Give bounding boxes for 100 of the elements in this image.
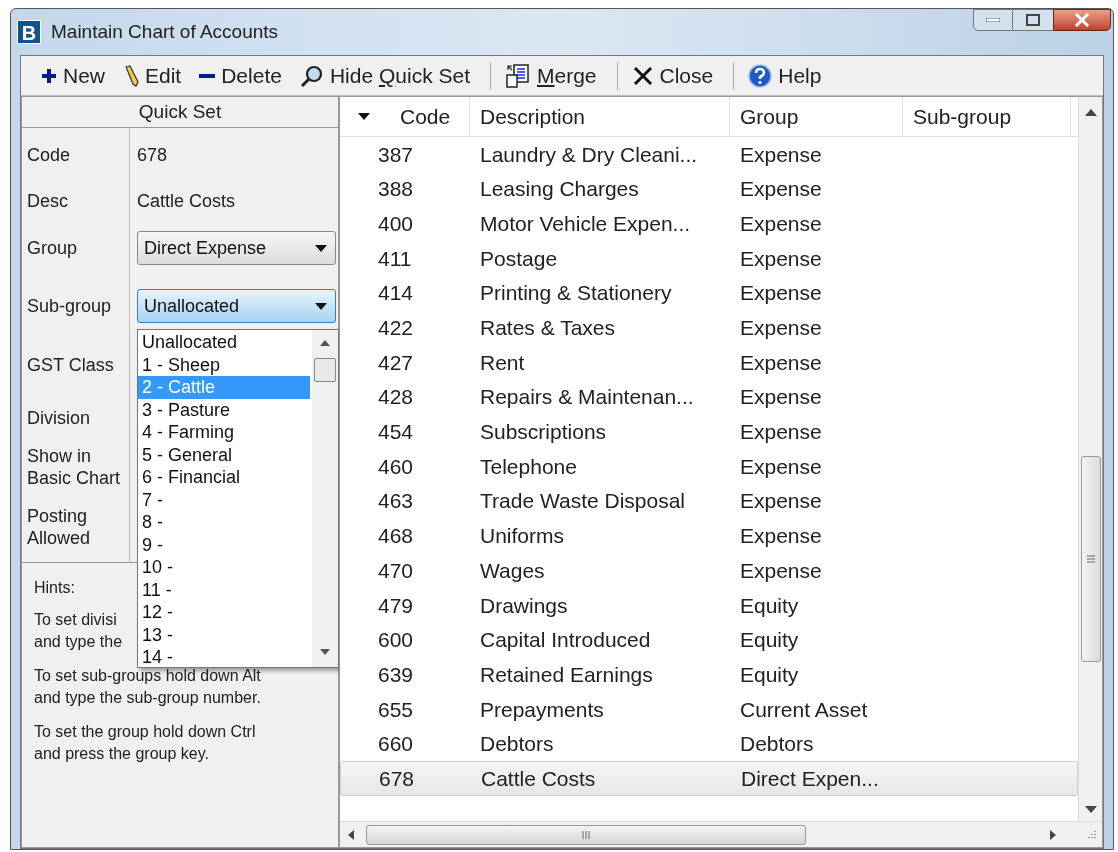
- account-row[interactable]: 427 Rent Expense: [340, 345, 1078, 380]
- account-row[interactable]: 479 Drawings Equity: [340, 587, 1078, 623]
- account-row[interactable]: 463 Trade Waste Disposal Expense: [340, 483, 1078, 519]
- minimize-icon: [986, 18, 1000, 22]
- dropdown-option[interactable]: 9 -: [138, 533, 310, 556]
- dropdown-option[interactable]: 5 - General: [138, 443, 310, 466]
- maximize-button[interactable]: [1013, 9, 1053, 31]
- dropdown-option[interactable]: 3 - Pasture: [138, 398, 310, 421]
- account-row[interactable]: 422 Rates & Taxes Expense: [340, 310, 1078, 346]
- account-row[interactable]: 411 Postage Expense: [340, 241, 1078, 276]
- table-cell: 470: [378, 558, 414, 582]
- table-cell: Expense: [740, 454, 822, 478]
- account-row[interactable]: 387 Laundry & Dry Cleani... Expense: [340, 137, 1078, 172]
- edit-button[interactable]: Edit: [117, 58, 188, 93]
- help-button[interactable]: Help: [742, 58, 828, 93]
- field-label: Posting Allowed: [27, 505, 92, 549]
- table-cell: Retained Earnings: [480, 662, 653, 686]
- new-button[interactable]: New: [35, 58, 111, 93]
- dropdown-option[interactable]: 6 - Financial: [138, 466, 310, 489]
- dropdown-field[interactable]: Direct Expense: [137, 231, 336, 265]
- app-logo-icon: B: [17, 20, 41, 44]
- table-cell: 388: [378, 177, 414, 201]
- scroll-left-icon[interactable]: [348, 829, 354, 840]
- hint-text: To set divisi and type the: [34, 610, 123, 652]
- scroll-right-icon[interactable]: [1050, 829, 1056, 840]
- table-cell: 454: [378, 420, 414, 444]
- scroll-down-icon[interactable]: [1084, 806, 1097, 813]
- dropdown-option[interactable]: 7 -: [138, 488, 310, 511]
- dropdown-option[interactable]: 1 - Sheep: [138, 353, 310, 376]
- table-cell: 655: [378, 697, 414, 721]
- scroll-up-icon: [320, 340, 330, 346]
- account-row[interactable]: 468 Uniforms Expense: [340, 518, 1078, 554]
- account-row[interactable]: 454 Subscriptions Expense: [340, 414, 1078, 450]
- dropdown-option[interactable]: 14 -: [138, 646, 310, 669]
- column-header[interactable]: Group: [730, 97, 903, 136]
- account-row[interactable]: 660 Debtors Debtors: [340, 726, 1078, 762]
- table-cell: Wages: [480, 558, 545, 582]
- delete-button[interactable]: Delete: [193, 58, 288, 93]
- scroll-thumb[interactable]: [314, 358, 336, 382]
- table-cell: Trade Waste Disposal: [480, 489, 686, 513]
- dropdown-option[interactable]: 10 -: [138, 556, 310, 579]
- table-cell: Equity: [740, 662, 799, 686]
- table-cell: Expense: [740, 385, 822, 409]
- table-cell: Capital Introduced: [480, 628, 651, 652]
- dropdown-option[interactable]: Unallocated: [138, 331, 310, 354]
- restore-icon: [1026, 14, 1040, 26]
- table-cell: Equity: [740, 628, 799, 652]
- dropdown-field[interactable]: Unallocated: [137, 289, 336, 323]
- column-header[interactable]: Code: [340, 97, 470, 136]
- table-cell: Expense: [740, 211, 822, 235]
- grip-icon: [1086, 555, 1095, 563]
- scroll-thumb[interactable]: [366, 824, 806, 845]
- dropdown-option[interactable]: 4 - Farming: [138, 421, 310, 444]
- sort-icon: [358, 113, 370, 120]
- table-cell: Expense: [740, 489, 822, 513]
- table-cell: Rent: [480, 350, 525, 374]
- column-header[interactable]: Description: [470, 97, 730, 136]
- account-row[interactable]: 470 Wages Expense: [340, 553, 1078, 588]
- table-cell: Expense: [740, 177, 822, 201]
- table-cell: Prepayments: [480, 697, 604, 721]
- account-row[interactable]: 460 Telephone Expense: [340, 449, 1078, 484]
- account-row[interactable]: 600 Capital Introduced Equity: [340, 622, 1078, 658]
- close-window-button[interactable]: [1053, 9, 1111, 31]
- window-title: Maintain Chart of Accounts: [51, 19, 279, 44]
- scroll-thumb[interactable]: [1080, 456, 1101, 662]
- merge-button[interactable]: Merge: [499, 58, 603, 93]
- close-icon: [1074, 13, 1090, 27]
- table-cell: Rates & Taxes: [480, 316, 615, 340]
- scroll-down-icon: [320, 649, 330, 655]
- field-label: Sub-group: [27, 295, 112, 317]
- field-label: Code: [27, 144, 71, 166]
- table-cell: 411: [378, 246, 412, 270]
- dropdown-option[interactable]: 11 -: [138, 578, 310, 601]
- table-cell: Leasing Charges: [480, 177, 639, 201]
- account-row[interactable]: 414 Printing & Stationery Expense: [340, 275, 1078, 311]
- dropdown-option[interactable]: 12 -: [138, 601, 310, 624]
- table-cell: Debtors: [740, 732, 814, 756]
- minus-icon: [199, 73, 216, 78]
- column-header[interactable]: Sub-group: [903, 97, 1071, 136]
- field-label: Desc: [27, 190, 68, 212]
- field-value: Cattle Costs: [137, 189, 236, 213]
- table-cell: 468: [378, 524, 414, 548]
- table-cell: Expense: [740, 420, 822, 444]
- help-icon: [748, 63, 773, 88]
- account-row[interactable]: 639 Retained Earnings Equity: [340, 657, 1078, 692]
- field-label: GST Class: [27, 354, 114, 376]
- dropdown-option[interactable]: 13 -: [138, 623, 310, 646]
- account-row[interactable]: 388 Leasing Charges Expense: [340, 171, 1078, 207]
- account-row[interactable]: 400 Motor Vehicle Expen... Expense: [340, 206, 1078, 242]
- find-button[interactable]: Hide Quick Set: [293, 58, 476, 93]
- account-row[interactable]: 428 Repairs & Maintenan... Expense: [340, 379, 1078, 415]
- account-row[interactable]: 655 Prepayments Current Asset: [340, 692, 1078, 727]
- table-cell: Uniforms: [480, 524, 564, 548]
- account-row[interactable]: 678 Cattle Costs Direct Expen...: [340, 761, 1078, 797]
- caret-icon: [315, 244, 327, 252]
- close-button[interactable]: Close: [625, 58, 720, 93]
- table-cell: Laundry & Dry Cleani...: [480, 142, 698, 166]
- scroll-up-icon[interactable]: [1084, 109, 1097, 116]
- minimize-button[interactable]: [973, 9, 1013, 31]
- dropdown-option[interactable]: 8 -: [138, 511, 310, 534]
